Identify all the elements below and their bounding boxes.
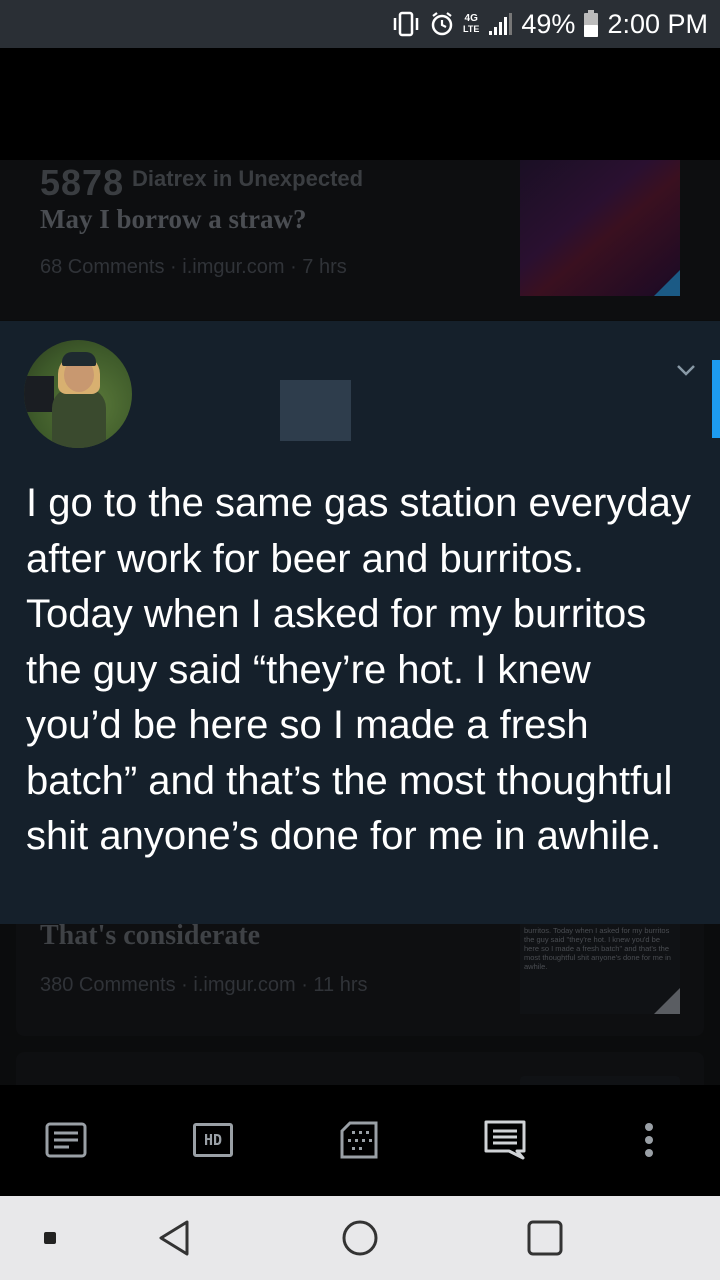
article-icon[interactable] xyxy=(38,1112,94,1168)
status-bar: 4G LTE 49% 2:00 PM xyxy=(0,0,720,48)
hd-label: HD xyxy=(193,1123,233,1157)
back-icon[interactable] xyxy=(146,1212,202,1264)
home-icon[interactable] xyxy=(332,1212,388,1264)
post-title[interactable]: May I borrow a straw? xyxy=(40,204,306,235)
post-score: 5878 xyxy=(40,162,125,203)
thumbnail-expand-icon xyxy=(654,988,680,1014)
battery-percent: 49% xyxy=(521,8,576,39)
tweet-text: I go to the same gas station everyday af… xyxy=(26,481,691,858)
recent-dot-icon[interactable] xyxy=(22,1212,78,1264)
comments-icon[interactable] xyxy=(477,1112,533,1168)
clock: 2:00 PM xyxy=(607,8,708,39)
chevron-down-icon[interactable] xyxy=(674,360,698,380)
alarm-icon xyxy=(429,9,455,39)
vibrate-icon xyxy=(391,9,421,39)
signal-icon xyxy=(487,9,513,39)
post-info: 68 Comments · i.imgur.com · 7 hrs xyxy=(40,256,347,278)
app-header-area xyxy=(0,48,720,160)
more-icon[interactable] xyxy=(621,1112,677,1168)
network-4g-lte-icon: 4G LTE xyxy=(463,13,480,35)
redacted-name-block xyxy=(280,380,351,441)
thumbnail-text: burritos. Today when I asked for my burr… xyxy=(524,926,671,971)
post-info: 380 Comments · i.imgur.com · 11 hrs xyxy=(40,974,368,996)
post-title[interactable]: That's considerate xyxy=(40,920,260,952)
hd-icon[interactable]: HD xyxy=(185,1112,241,1168)
overview-icon[interactable] xyxy=(517,1212,573,1264)
scroll-indicator xyxy=(712,360,720,438)
post-author: Diatrex in Unexpected xyxy=(132,166,364,191)
network-type-label: 4G xyxy=(464,13,478,24)
battery-icon xyxy=(583,9,599,39)
gallery-icon[interactable] xyxy=(331,1112,387,1168)
thumbnail-expand-icon xyxy=(654,270,680,296)
avatar xyxy=(24,340,132,448)
